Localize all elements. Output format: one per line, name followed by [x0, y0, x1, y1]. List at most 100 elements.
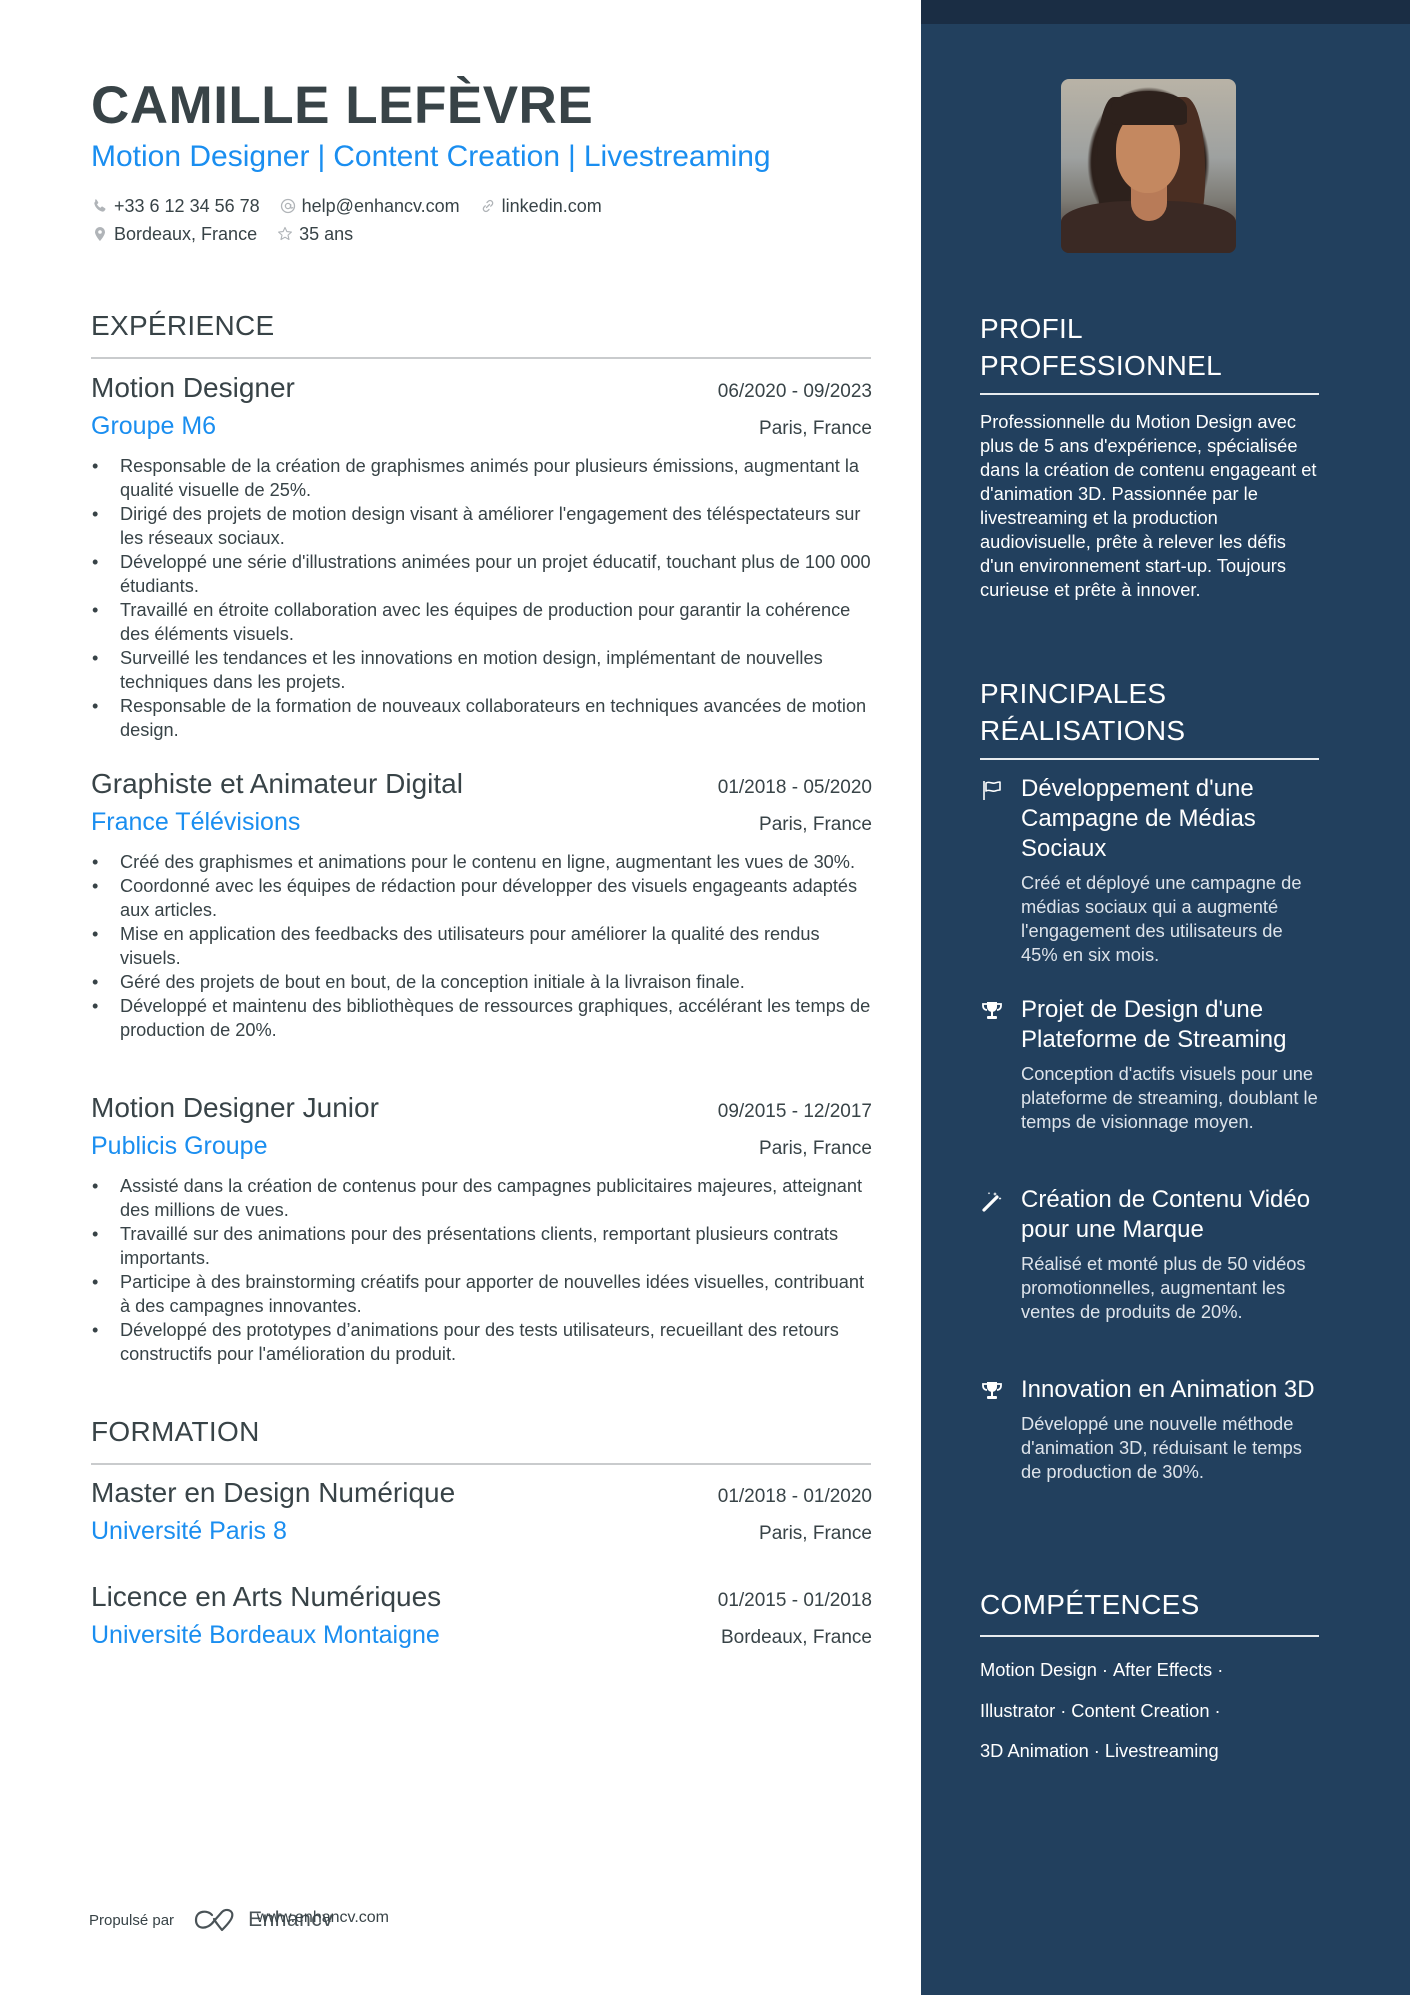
bullet-item: Créé des graphismes et animations pour l…	[91, 850, 872, 874]
bullet-item: Dirigé des projets de motion design visa…	[91, 502, 872, 550]
bullet-item: Développé et maintenu des bibliothèques …	[91, 994, 872, 1042]
trophy-icon	[980, 999, 1004, 1023]
entry-header: Motion Designer 06/2020 - 09/2023	[91, 372, 872, 410]
skill-tag: Illustrator	[980, 1699, 1056, 1721]
skill-separator: ·	[1093, 1740, 1100, 1761]
company-name: Groupe M6	[91, 412, 217, 440]
skills-line: Illustrator · Content Creation ·	[980, 1691, 1320, 1732]
skills-heading: COMPÉTENCES	[980, 1589, 1200, 1620]
contact-location: Bordeaux, France	[92, 224, 257, 245]
school-name: Université Bordeaux Montaigne	[91, 1621, 440, 1649]
profile-photo	[1061, 79, 1236, 253]
entry-header: Graphiste et Animateur Digital 01/2018 -…	[91, 768, 872, 806]
education-location: Paris, France	[759, 1523, 872, 1544]
skill-tag: Livestreaming	[1104, 1740, 1219, 1761]
trophy-icon	[980, 1379, 1004, 1403]
education-dates: 01/2015 - 01/2018	[717, 1590, 872, 1611]
degree-title: Licence en Arts Numériques	[91, 1581, 442, 1612]
contact-info: +33 6 12 34 56 78 help@enhancv.com linke…	[92, 192, 892, 248]
section-divider	[91, 357, 871, 359]
linkedin-link: linkedin.com	[501, 195, 602, 216]
bullet-item: Développé des prototypes d’animations po…	[91, 1318, 872, 1366]
achievement-title: Projet de Design d'une Plateforme de Str…	[1021, 996, 1287, 1053]
headline-part: Livestreaming	[583, 140, 771, 173]
skills-line: 3D Animation · Livestreaming	[980, 1731, 1320, 1772]
achievement-title: Innovation en Animation 3D	[1021, 1376, 1315, 1403]
education-entry: Master en Design Numérique 01/2018 - 01/…	[91, 1477, 872, 1559]
job-title: Graphiste et Animateur Digital	[91, 768, 463, 799]
at-icon	[280, 198, 296, 214]
achievements-heading: PRINCIPALES RÉALISATIONS	[980, 675, 1185, 749]
website-link[interactable]: www.enhancv.com	[257, 1909, 389, 1927]
skill-separator: ·	[1214, 1699, 1221, 1721]
star-icon	[277, 226, 293, 242]
job-location: Paris, France	[759, 418, 872, 439]
entry-subheader: Publicis Groupe Paris, France	[91, 1132, 872, 1174]
degree-title: Master en Design Numérique	[91, 1477, 456, 1508]
achievement-item: Innovation en Animation 3D Développé une…	[980, 1375, 1320, 1484]
main-column: CAMILLE LEFÈVRE Motion Designer | Content …	[0, 0, 921, 1995]
section-divider	[980, 393, 1319, 395]
bullet-item: Responsable de la formation de nouveaux …	[91, 694, 872, 742]
skill-separator: ·	[1217, 1659, 1224, 1680]
job-dates: 01/2018 - 05/2020	[717, 777, 872, 798]
bullet-item: Assisté dans la création de contenus pou…	[91, 1174, 872, 1222]
bullet-item: Coordonné avec les équipes de rédaction …	[91, 874, 872, 922]
contact-phone[interactable]: +33 6 12 34 56 78	[92, 196, 260, 217]
headline-part: Motion Designer	[91, 140, 310, 173]
section-divider	[91, 1463, 871, 1465]
contact-age: 35 ans	[277, 224, 353, 245]
achievement-description: Créé et déployé une campagne de médias s…	[1021, 872, 1302, 965]
job-bullets: Assisté dans la création de contenus pou…	[91, 1174, 872, 1366]
bullet-item: Participe à des brainstorming créatifs p…	[91, 1270, 872, 1318]
achievement-item: Développement d'une Campagne de Médias S…	[980, 774, 1320, 967]
sidebar-top-band	[921, 0, 1410, 24]
experience-heading: EXPÉRIENCE	[91, 310, 275, 341]
achievement-title: Création de Contenu Vidéo pour une Marqu…	[1021, 1186, 1311, 1243]
job-title: Motion Designer	[91, 372, 295, 403]
achievement-description: Développé une nouvelle méthode d'animati…	[1021, 1413, 1302, 1482]
entry-header: Motion Designer Junior 09/2015 - 12/2017	[91, 1092, 872, 1130]
education-entry: Licence en Arts Numériques 01/2015 - 01/…	[91, 1581, 872, 1663]
contact-row: +33 6 12 34 56 78 help@enhancv.com linke…	[92, 192, 892, 220]
enhancv-logo-icon	[194, 1908, 234, 1932]
headline-separator: |	[568, 140, 576, 173]
entry-subheader: France Télévisions Paris, France	[91, 808, 872, 850]
job-bullets: Responsable de la création de graphismes…	[91, 454, 872, 742]
map-pin-icon	[92, 226, 108, 242]
heading-line: PROFESSIONNEL	[980, 350, 1222, 381]
job-location: Paris, France	[759, 814, 872, 835]
candidate-name: CAMILLE LEFÈVRE	[91, 76, 594, 135]
education-location: Bordeaux, France	[720, 1627, 872, 1648]
contact-linkedin[interactable]: linkedin.com	[480, 196, 602, 217]
bullet-item: Mise en application des feedbacks des ut…	[91, 922, 872, 970]
email-address: help@enhancv.com	[301, 195, 460, 216]
entry-header: Master en Design Numérique 01/2018 - 01/…	[91, 1477, 872, 1515]
company-name: France Télévisions	[91, 808, 301, 836]
photo-shape	[1111, 91, 1187, 125]
section-divider	[980, 1635, 1319, 1637]
contact-row: Bordeaux, France 35 ans	[92, 220, 892, 248]
bullet-item: Développé une série d'illustrations anim…	[91, 550, 872, 598]
heading-line: PROFIL	[980, 313, 1083, 344]
achievement-item: Création de Contenu Vidéo pour une Marqu…	[980, 1185, 1320, 1324]
entry-subheader: Université Bordeaux Montaigne Bordeaux, …	[91, 1621, 872, 1663]
entry-subheader: Université Paris 8 Paris, France	[91, 1517, 872, 1559]
phone-number: +33 6 12 34 56 78	[114, 195, 260, 216]
bullet-item: Travaillé sur des animations pour des pr…	[91, 1222, 872, 1270]
job-bullets: Créé des graphismes et animations pour l…	[91, 850, 872, 1042]
education-heading: FORMATION	[91, 1416, 260, 1447]
experience-entry: Graphiste et Animateur Digital 01/2018 -…	[91, 768, 872, 1042]
contact-email[interactable]: help@enhancv.com	[280, 196, 460, 217]
job-location: Paris, France	[759, 1138, 872, 1159]
heading-line: PRINCIPALES	[980, 678, 1167, 709]
bullet-item: Surveillé les tendances et les innovatio…	[91, 646, 872, 694]
age-text: 35 ans	[299, 223, 354, 244]
job-title: Motion Designer Junior	[91, 1092, 379, 1123]
powered-by-label: Propulsé par	[89, 1911, 175, 1929]
skill-separator: ·	[1060, 1699, 1067, 1721]
profile-heading: PROFIL PROFESSIONNEL	[980, 310, 1222, 384]
phone-icon	[92, 198, 108, 214]
experience-entry: Motion Designer 06/2020 - 09/2023 Groupe…	[91, 372, 872, 742]
experience-entry: Motion Designer Junior 09/2015 - 12/2017…	[91, 1092, 872, 1366]
